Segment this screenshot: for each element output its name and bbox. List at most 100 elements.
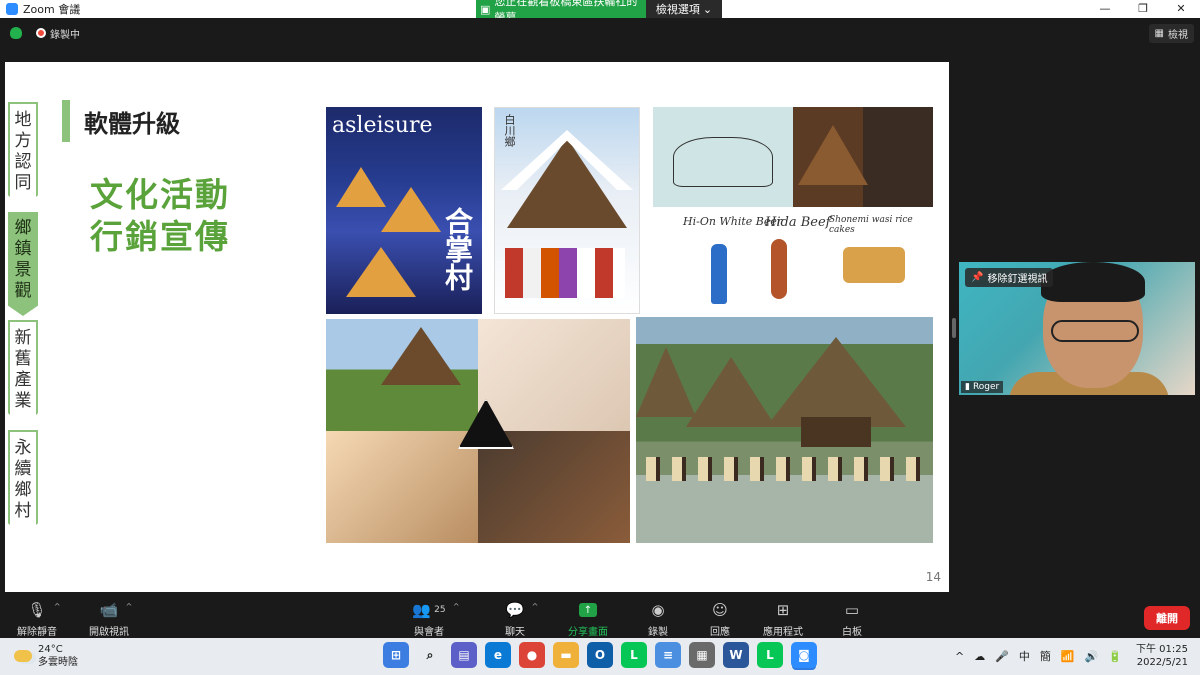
notepad-icon[interactable]: ≡	[655, 642, 681, 668]
line-app-icon[interactable]: L	[621, 642, 647, 668]
panel-resize-handle[interactable]	[952, 318, 956, 338]
collage-photo-2	[478, 319, 630, 431]
recording-indicator[interactable]: 錄製中	[36, 26, 80, 41]
zoom-app-icon[interactable]: ◙	[791, 642, 817, 668]
taskbar-apps: ⊞ ⌕ ▤ e ● ▬ O L ≡ ▦ W L ◙	[383, 642, 817, 668]
slide-title: 軟體升級	[62, 100, 180, 142]
edge-browser-icon[interactable]: e	[485, 642, 511, 668]
teams-chat-icon[interactable]: ▤	[451, 642, 477, 668]
nav-char: 產	[14, 370, 32, 390]
hut-shape	[686, 357, 776, 427]
chat-button[interactable]: 💬 ^ 聊天	[480, 600, 550, 638]
share-banner-message: ▣ 您正在觀看板橋東區扶輪社的螢幕	[476, 0, 646, 24]
nav-char: 永	[14, 438, 32, 458]
ime-indicator[interactable]: 中	[1019, 648, 1030, 664]
weather-widget[interactable]: 24°C 多雲時陰	[14, 643, 78, 669]
lit-house-shape	[346, 247, 416, 297]
nav-section-4: 永 續 鄉 村	[8, 430, 38, 536]
nav-section-1: 地 方 認 同	[8, 102, 38, 208]
chevron-up-icon[interactable]: ^	[955, 650, 964, 663]
view-button[interactable]: ▦ 檢視	[1148, 24, 1194, 43]
mic-icon[interactable]: 🎤	[995, 650, 1009, 663]
chevron-up-icon[interactable]: ^	[532, 602, 539, 611]
record-icon: ◉	[651, 601, 665, 619]
window-controls: — ❐ ✕	[1086, 0, 1200, 18]
apps-icon: ⊞	[776, 601, 790, 619]
chrome-browser-icon[interactable]: ●	[519, 642, 545, 668]
hut-shape	[766, 337, 906, 427]
line-app-icon[interactable]: L	[757, 642, 783, 668]
unpin-video-button[interactable]: 📌 移除釘選視訊	[965, 268, 1054, 287]
wifi-icon[interactable]: 📶	[1061, 650, 1075, 663]
participant-name-tag: ▮ Roger	[961, 381, 1004, 393]
leave-meeting-button[interactable]: 離開	[1144, 606, 1190, 630]
collage-photo-3	[326, 431, 478, 543]
nav-char: 鎮	[14, 239, 32, 259]
mic-muted-icon: 🎙 ^	[27, 601, 61, 619]
reactions-button[interactable]: ☺ 回應	[685, 600, 755, 638]
system-tray: ^ ☁ 🎤 中 簡 📶 🔊 🔋	[955, 648, 1122, 664]
nav-char: 鄉	[14, 480, 32, 500]
lit-house-shape	[381, 187, 441, 232]
speaker-icon[interactable]: 🔊	[1085, 650, 1099, 663]
file-explorer-icon[interactable]: ▬	[553, 642, 579, 668]
minimize-button[interactable]: —	[1086, 0, 1124, 18]
start-menu-icon[interactable]: ⊞	[383, 642, 409, 668]
chevron-down-icon: ⌄	[702, 2, 713, 16]
word-icon[interactable]: W	[723, 642, 749, 668]
reactions-label: 回應	[710, 627, 730, 638]
outlook-icon[interactable]: O	[587, 642, 613, 668]
search-icon[interactable]: ⌕	[417, 642, 443, 668]
nav-char: 認	[14, 152, 32, 172]
magazine-cover-image: asleisure 合掌村	[326, 107, 482, 314]
chevron-up-icon[interactable]: ^	[126, 602, 133, 611]
weather-desc: 多雲時陰	[38, 657, 78, 668]
security-shield-icon[interactable]	[10, 27, 22, 39]
unmute-button[interactable]: 🎙 ^ 解除靜音	[2, 600, 72, 638]
headline-line-2: 行銷宣傳	[90, 217, 230, 256]
weather-temp: 24°C	[38, 644, 63, 655]
participant-video-tile[interactable]: 📌 移除釘選視訊 ▮ Roger	[959, 262, 1195, 395]
chat-bubble-icon: 💬 ^	[505, 601, 539, 619]
apps-button[interactable]: ⊞ 應用程式	[748, 600, 818, 638]
nav-char: 鄉	[14, 218, 32, 238]
meeting-topbar: 錄製中 ▦ 檢視	[0, 18, 1200, 48]
cloud-sun-icon	[14, 650, 32, 662]
chevron-up-icon[interactable]: ^	[54, 602, 61, 611]
calculator-icon[interactable]: ▦	[689, 642, 715, 668]
view-options-label: 檢視選項	[655, 3, 700, 16]
camera-off-icon: 📹 ^	[99, 601, 133, 619]
restore-button[interactable]: ❐	[1124, 0, 1162, 18]
clock-date: 2022/5/21	[1136, 657, 1188, 668]
share-screen-button[interactable]: ↑ 分享畫面	[553, 600, 623, 638]
nav-char: 方	[14, 131, 32, 151]
ime-mode-indicator[interactable]: 簡	[1040, 648, 1051, 664]
close-button[interactable]: ✕	[1162, 0, 1200, 18]
hut-shape	[798, 125, 868, 185]
smiley-icon: ☺	[712, 601, 728, 619]
chevron-up-icon[interactable]: ^	[453, 602, 460, 611]
whiteboard-button[interactable]: ▭ 白板	[817, 600, 887, 638]
record-button[interactable]: ◉ 錄製	[623, 600, 693, 638]
cloud-icon[interactable]: ☁	[974, 650, 985, 663]
slide-page-number: 14	[925, 570, 941, 584]
unpin-label: 移除釘選視訊	[987, 274, 1048, 285]
start-video-label: 開啟視訊	[89, 627, 129, 638]
nav-char: 業	[14, 391, 32, 411]
start-video-button[interactable]: 📹 ^ 開啟視訊	[74, 600, 144, 638]
battery-icon[interactable]: 🔋	[1108, 650, 1122, 663]
nav-char: 景	[14, 260, 32, 280]
nav-char: 觀	[14, 281, 32, 301]
app-title: Zoom 會議	[23, 3, 81, 16]
participants-button[interactable]: 👥 25 ^ 與會者	[394, 600, 464, 638]
magazine-title: 合掌村	[441, 207, 474, 291]
taskbar-clock[interactable]: 下午 01:25 2022/5/21	[1136, 643, 1188, 669]
skewer-shape	[771, 239, 787, 299]
view-options-button[interactable]: 檢視選項 ⌄	[646, 0, 722, 18]
sketch-shape	[673, 137, 773, 187]
bottle-shape	[711, 244, 727, 304]
ricecake-shape	[843, 247, 905, 283]
nav-char: 新	[14, 328, 32, 348]
weather-text: 24°C 多雲時陰	[38, 643, 78, 669]
magazine-logo: asleisure	[332, 113, 433, 138]
